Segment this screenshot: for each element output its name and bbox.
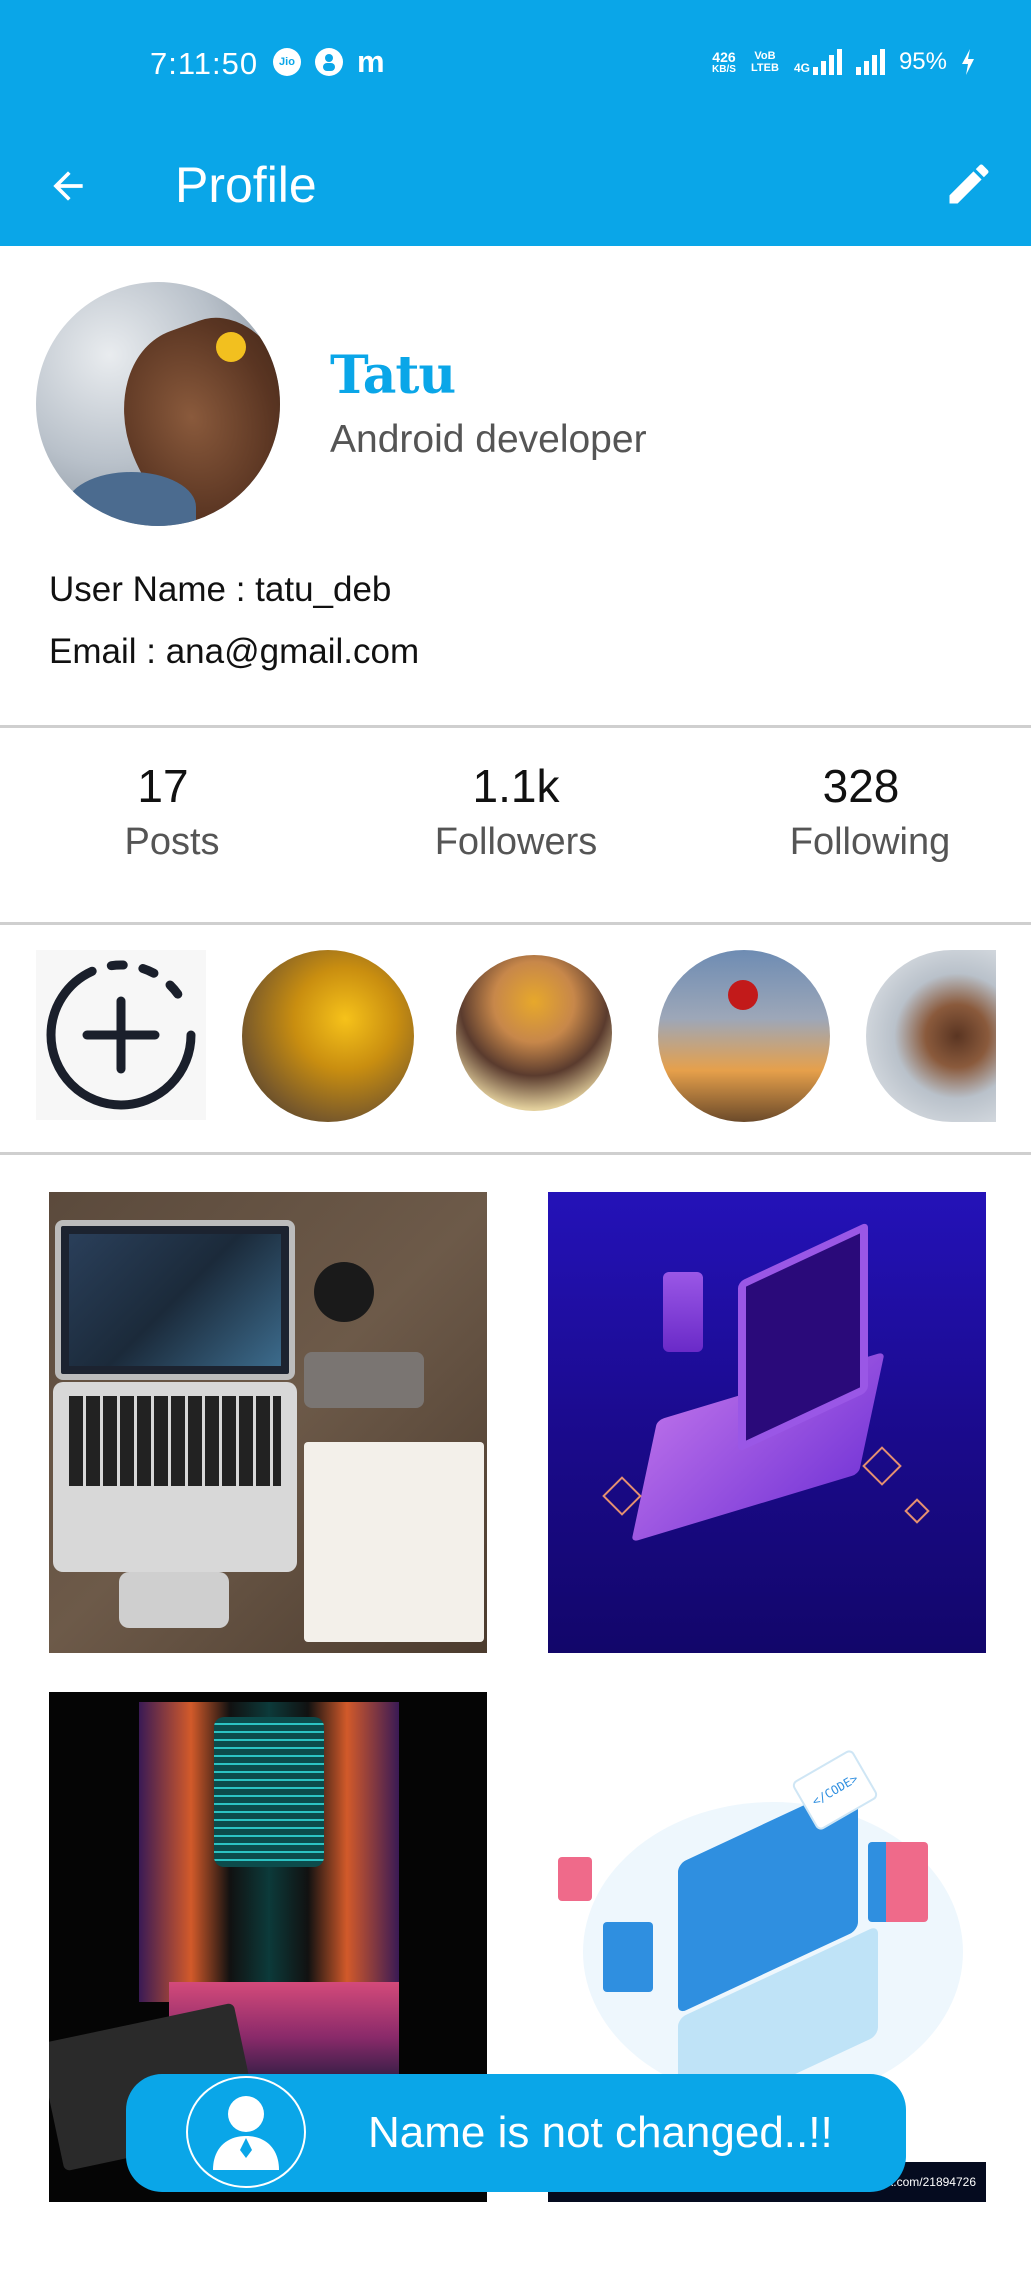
signal-1-icon xyxy=(812,49,842,75)
network-speed-value: 426 xyxy=(712,48,736,65)
add-circle-icon xyxy=(46,960,196,1110)
stat-posts-value: 17 xyxy=(137,760,189,812)
stat-followers[interactable]: 1.1k Followers xyxy=(366,756,666,868)
jio-icon: Jio xyxy=(273,48,301,76)
network-type: 4G xyxy=(794,49,842,75)
story-profile-photo[interactable] xyxy=(866,950,996,1122)
stories-row xyxy=(0,925,1031,1153)
pencil-icon xyxy=(949,164,989,204)
status-notification-icons: Jio m xyxy=(273,44,385,79)
profile-avatar[interactable] xyxy=(36,282,280,526)
post-isometric-laptop[interactable] xyxy=(548,1192,986,1653)
story-sunflower-girl[interactable] xyxy=(456,955,612,1111)
stat-following[interactable]: 328 Following xyxy=(720,756,1020,868)
profile-role: Android developer xyxy=(330,418,647,461)
network-speed: 426 KB/S xyxy=(712,50,736,75)
stat-followers-label: Followers xyxy=(434,821,598,863)
charging-icon xyxy=(962,49,974,75)
divider xyxy=(0,1152,1031,1155)
status-bar: 7:11:50 Jio m 426 KB/S VoB LTEB 4G 95% xyxy=(0,0,1031,128)
status-time: 7:11:50 xyxy=(150,46,259,81)
profile-email: Email : ana@gmail.com xyxy=(49,632,420,671)
stat-posts-label: Posts xyxy=(124,821,220,863)
page-title: Profile xyxy=(175,157,317,213)
toast-message: Name is not changed..!! xyxy=(126,2074,906,2192)
volte-icon: VoB LTEB xyxy=(750,50,779,74)
profile-stats: 17 Posts 1.1k Followers 328 Following xyxy=(0,728,1031,922)
network-type-label: 4G xyxy=(793,61,810,75)
back-button[interactable] xyxy=(40,158,96,214)
profile-name: Tatu xyxy=(330,345,456,406)
user-avatar-icon xyxy=(186,2076,306,2188)
app-bar: Profile xyxy=(0,128,1031,246)
story-rose-sunset[interactable] xyxy=(658,950,830,1122)
edit-profile-button[interactable] xyxy=(937,152,1001,216)
status-system-icons: 426 KB/S VoB LTEB 4G 95% xyxy=(712,48,975,76)
story-sunflowers-book[interactable] xyxy=(242,950,414,1122)
person-icon xyxy=(315,48,343,76)
stat-following-value: 328 xyxy=(822,760,900,812)
stat-following-label: Following xyxy=(789,821,951,863)
network-speed-unit: KB/S xyxy=(712,63,736,75)
post-laptop-desk[interactable] xyxy=(49,1192,487,1653)
add-story-button[interactable] xyxy=(36,950,206,1120)
arrow-left-icon xyxy=(53,171,83,201)
profile-username: User Name : tatu_deb xyxy=(49,570,392,609)
stat-posts[interactable]: 17 Posts xyxy=(22,756,322,868)
m-icon: m xyxy=(357,44,385,79)
battery-level: 95% xyxy=(898,48,947,75)
signal-2-icon xyxy=(855,49,885,75)
stat-followers-value: 1.1k xyxy=(472,760,560,812)
toast-text: Name is not changed..!! xyxy=(368,2108,833,2157)
